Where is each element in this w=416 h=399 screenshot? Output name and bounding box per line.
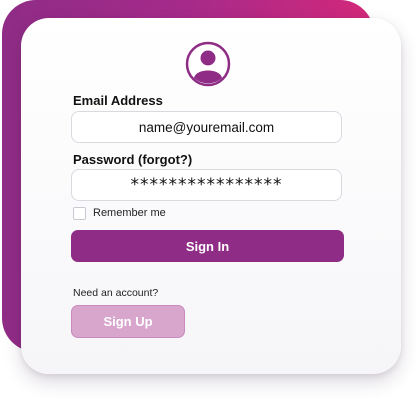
password-label[interactable]: Password (forgot?): [73, 152, 192, 167]
password-field[interactable]: ****************: [71, 169, 342, 201]
user-avatar-icon: [185, 41, 231, 87]
email-label: Email Address: [73, 93, 163, 108]
sign-up-button[interactable]: Sign Up: [71, 305, 185, 338]
remember-me-checkbox[interactable]: [73, 207, 86, 220]
need-account-text: Need an account?: [73, 287, 159, 299]
sign-in-button[interactable]: Sign In: [71, 230, 344, 262]
email-field[interactable]: name@youremail.com: [71, 111, 342, 143]
remember-me-label[interactable]: Remember me: [93, 207, 166, 219]
login-widget: Email Address name@youremail.com Passwor…: [0, 0, 416, 399]
